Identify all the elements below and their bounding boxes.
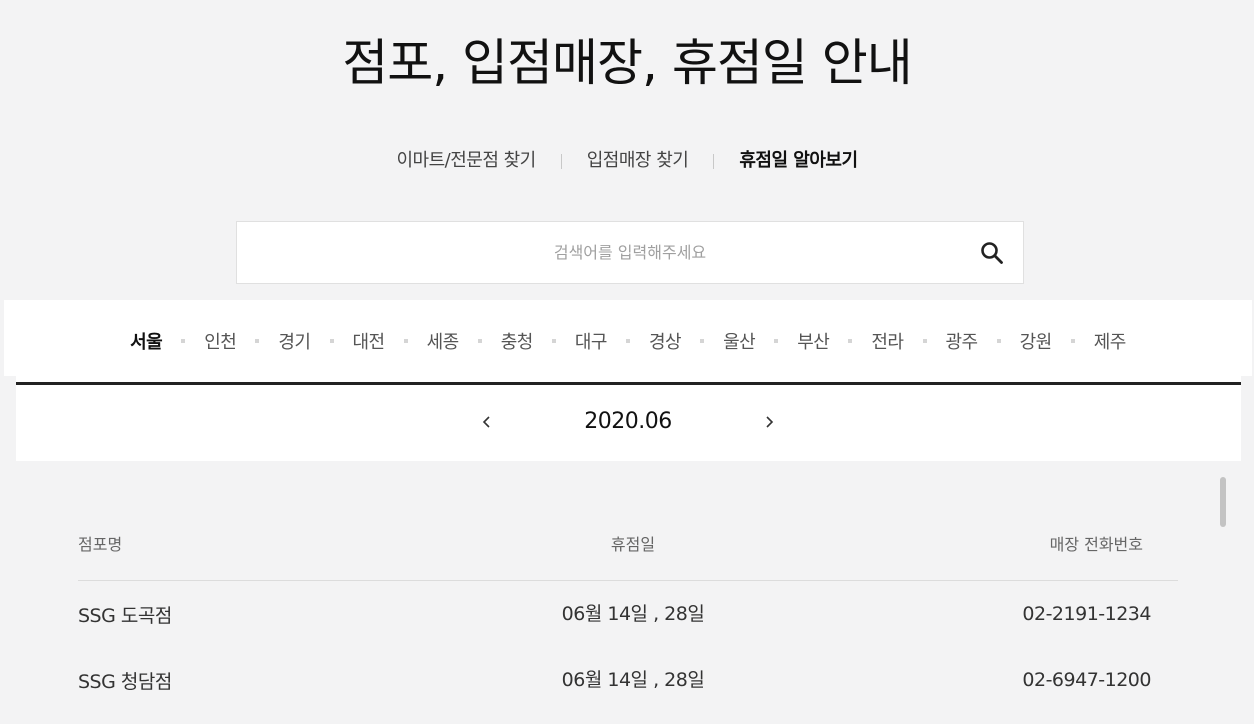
region-separator	[996, 339, 1001, 343]
region-gwangju[interactable]: 광주	[946, 328, 979, 354]
region-jeju[interactable]: 제주	[1094, 328, 1127, 354]
region-separator	[551, 339, 556, 343]
chevron-left-icon[interactable]	[472, 406, 502, 438]
current-month: 2020.06	[584, 409, 672, 434]
region-daejeon[interactable]: 대전	[353, 328, 386, 354]
region-gangwon[interactable]: 강원	[1020, 328, 1053, 354]
region-separator	[848, 339, 853, 343]
column-header-closed-days: 휴점일	[610, 535, 656, 554]
closed-days-content: 2020.06 점포명 휴점일 매장 전화번호 SSG 도곡점 06월 14일 …	[16, 376, 1241, 724]
scrollbar-thumb[interactable]	[1220, 477, 1226, 527]
region-bar: 서울 인천 경기 대전 세종 충청 대구 경상 울산 부산 전라 광주 강원 제…	[4, 300, 1252, 376]
tab-shop-search[interactable]: 입점매장 찾기	[562, 146, 714, 176]
search-input[interactable]	[237, 222, 1023, 283]
closed-days-list[interactable]: 점포명 휴점일 매장 전화번호 SSG 도곡점 06월 14일 , 28일 02…	[16, 461, 1241, 724]
column-header-phone: 매장 전화번호	[1049, 535, 1143, 554]
region-incheon[interactable]: 인천	[204, 328, 237, 354]
store-phone: 02-6947-1200	[1022, 669, 1151, 691]
section-divider	[16, 382, 1241, 385]
search-icon[interactable]	[980, 241, 1004, 265]
region-separator	[774, 339, 779, 343]
store-phone: 02-2191-1234	[1022, 603, 1151, 625]
region-daegu[interactable]: 대구	[575, 328, 608, 354]
region-ulsan[interactable]: 울산	[723, 328, 756, 354]
column-header-store: 점포명	[78, 535, 123, 554]
closed-days: 06월 14일 , 28일	[561, 669, 705, 691]
tab-store-search[interactable]: 이마트/전문점 찾기	[371, 146, 560, 176]
region-separator	[477, 339, 482, 343]
closed-days-table: 점포명 휴점일 매장 전화번호 SSG 도곡점 06월 14일 , 28일 02…	[78, 521, 1178, 713]
region-gyeonggi[interactable]: 경기	[278, 328, 311, 354]
region-gyeongsang[interactable]: 경상	[649, 328, 682, 354]
region-separator	[255, 339, 260, 343]
region-seoul[interactable]: 서울	[130, 328, 163, 354]
table-row: SSG 도곡점 06월 14일 , 28일 02-2191-1234	[78, 581, 1178, 647]
region-list: 서울 인천 경기 대전 세종 충청 대구 경상 울산 부산 전라 광주 강원 제…	[16, 300, 1240, 382]
store-name: SSG 청담점	[78, 671, 172, 693]
region-separator	[922, 339, 927, 343]
region-separator	[181, 339, 186, 343]
region-sejong[interactable]: 세종	[427, 328, 460, 354]
region-separator	[329, 339, 334, 343]
region-chungcheong[interactable]: 충청	[501, 328, 534, 354]
region-separator	[1070, 339, 1075, 343]
region-separator	[626, 339, 630, 343]
region-busan[interactable]: 부산	[797, 328, 830, 354]
region-separator	[403, 339, 408, 343]
tab-closed-days[interactable]: 휴점일 알아보기	[714, 146, 882, 176]
store-name: SSG 도곡점	[78, 605, 172, 627]
table-row: SSG 청담점 06월 14일 , 28일 02-6947-1200	[78, 647, 1178, 713]
table-header: 점포명 휴점일 매장 전화번호	[78, 521, 1178, 581]
chevron-right-icon[interactable]	[754, 406, 784, 438]
closed-days: 06월 14일 , 28일	[561, 603, 705, 625]
region-jeolla[interactable]: 전라	[871, 328, 904, 354]
page-title: 점포, 입점매장, 휴점일 안내	[342, 34, 912, 92]
month-navigator: 2020.06	[16, 376, 1241, 461]
store-tabs: 이마트/전문점 찾기 입점매장 찾기 휴점일 알아보기	[0, 146, 1254, 176]
region-separator	[700, 339, 705, 343]
search-box	[236, 221, 1024, 284]
